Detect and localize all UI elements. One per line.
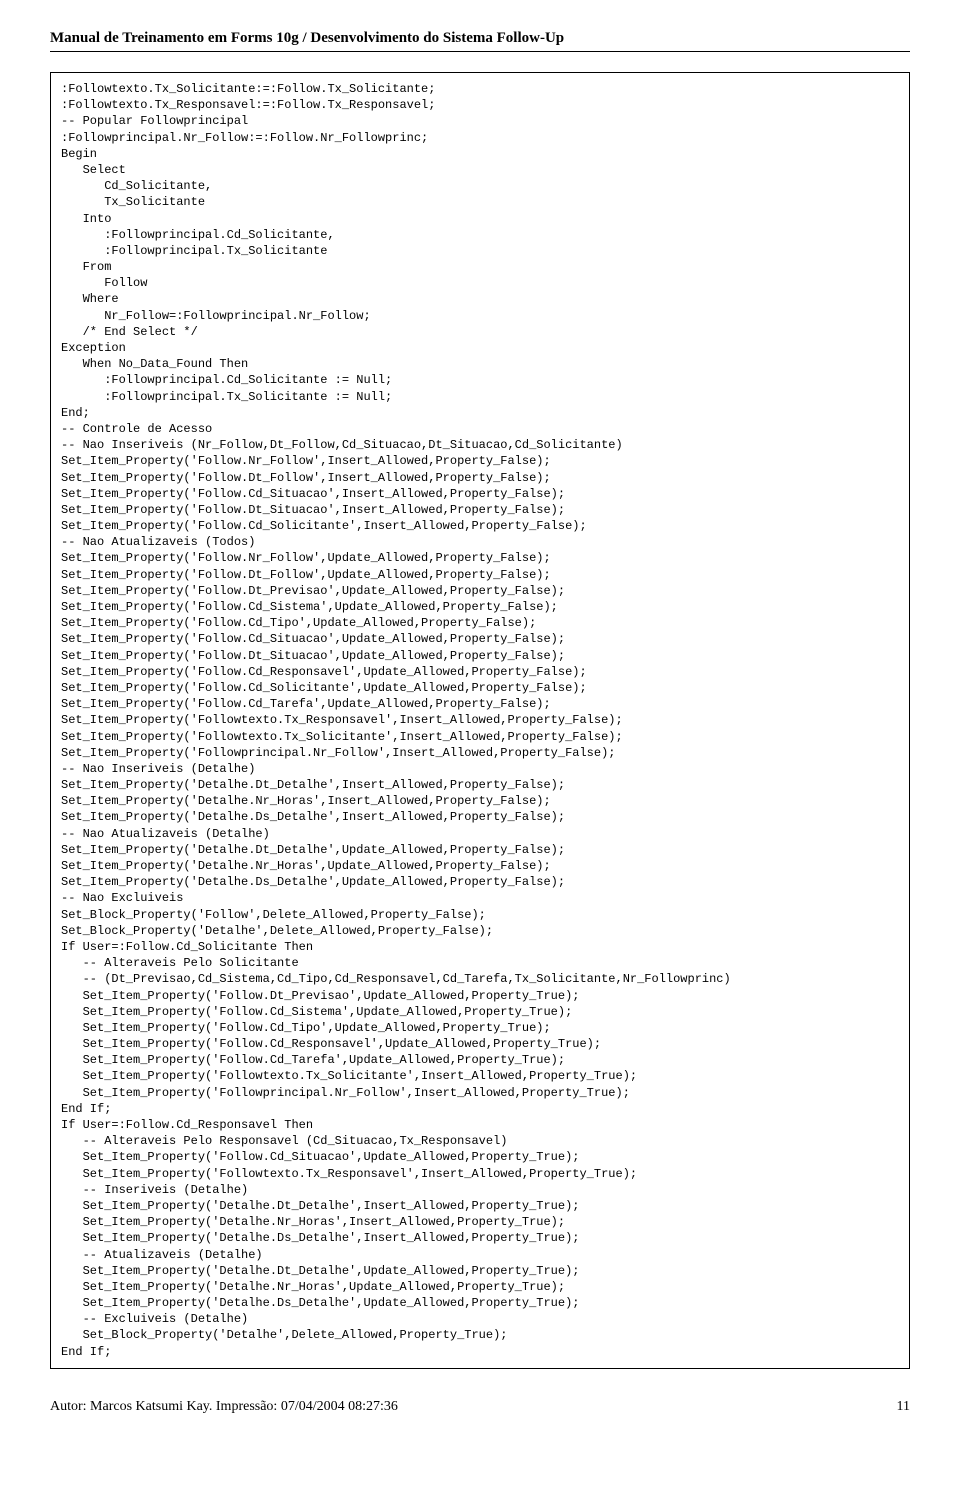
page-number: 11 bbox=[897, 1399, 910, 1415]
page-title: Manual de Treinamento em Forms 10g / Des… bbox=[50, 30, 910, 47]
footer-author: Autor: Marcos Katsumi Kay. Impressão: 07… bbox=[50, 1399, 398, 1415]
title-underline bbox=[50, 51, 910, 52]
code-listing: :Followtexto.Tx_Solicitante:=:Follow.Tx_… bbox=[50, 72, 910, 1369]
